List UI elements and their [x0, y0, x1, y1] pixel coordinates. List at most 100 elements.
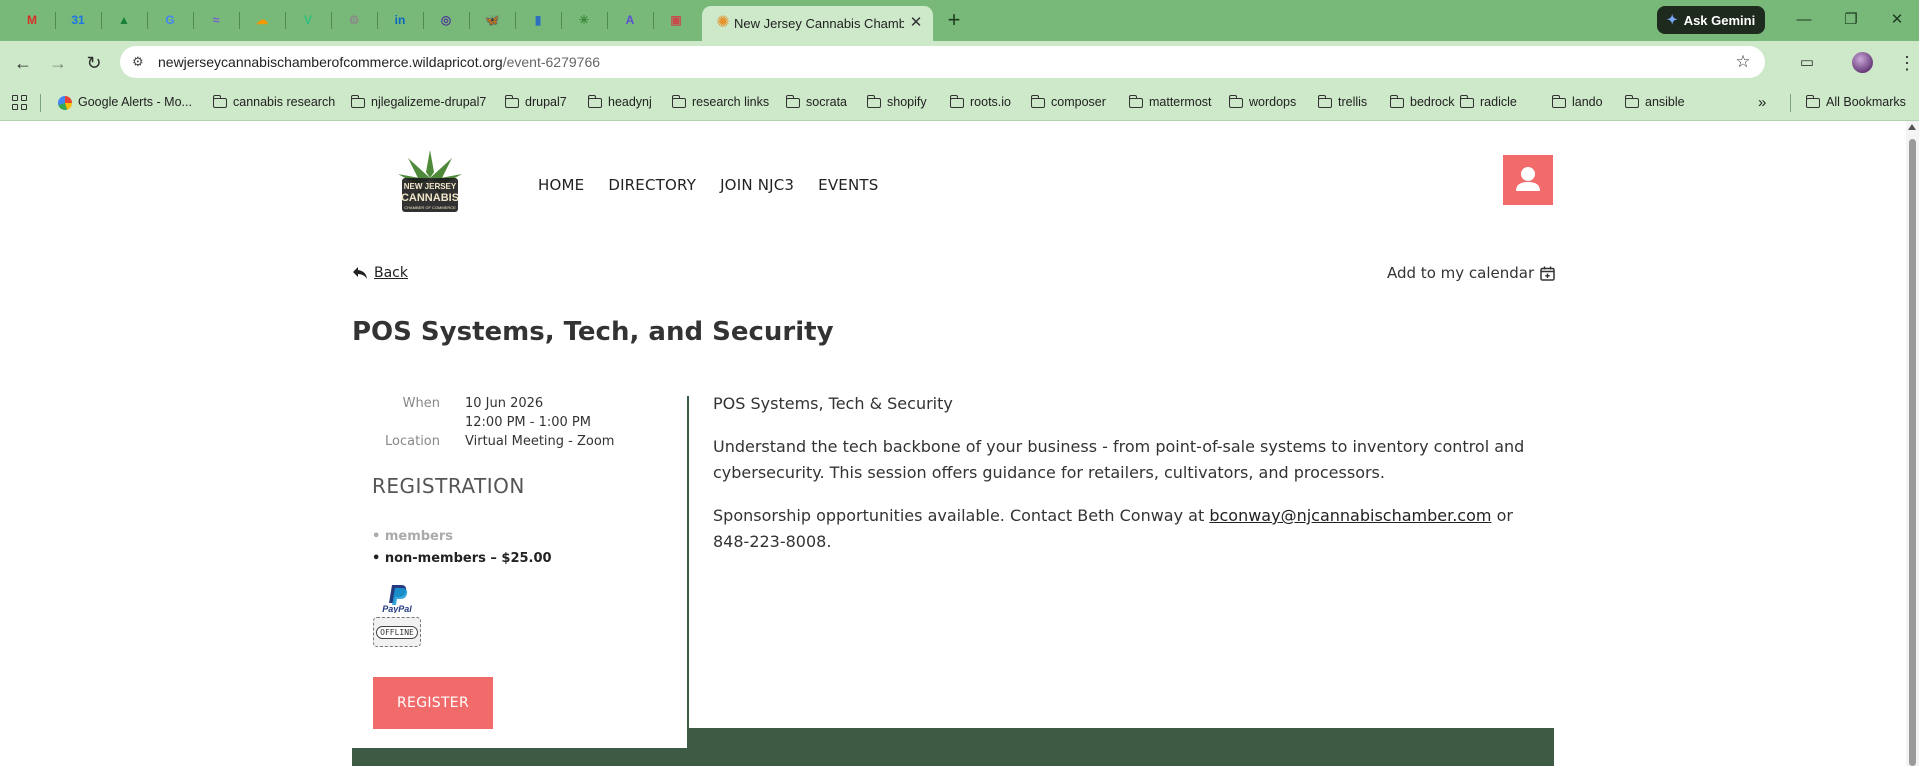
sheets-icon[interactable]: ≈	[206, 10, 226, 30]
tab-search-icon[interactable]: ▭	[1795, 51, 1819, 75]
gmail-icon[interactable]: M	[22, 10, 42, 30]
user-icon	[1516, 167, 1540, 191]
svg-text:PayPal: PayPal	[382, 604, 412, 613]
image-icon[interactable]: ▣	[666, 10, 686, 30]
cloud-icon[interactable]: ☁	[252, 10, 272, 30]
site-main-nav: HOME DIRECTORY JOIN NJC3 EVENTS	[538, 176, 903, 194]
event-description: POS Systems, Tech & Security Understand …	[713, 391, 1553, 572]
bookmark-label: njlegalizeme-drupal7	[371, 95, 487, 109]
bookmarks-divider	[1790, 94, 1791, 112]
restore-icon[interactable]: ❐	[1836, 8, 1866, 32]
folder-icon	[1030, 95, 1045, 108]
new-tab-icon[interactable]: +	[943, 9, 965, 31]
apps-grid-icon[interactable]	[12, 95, 27, 110]
sponsor-email-link[interactable]: bconway@njcannabischamber.com	[1209, 506, 1491, 525]
close-tab-icon[interactable]: ✕	[907, 14, 925, 32]
settings-icon[interactable]: ⚙	[344, 10, 364, 30]
bookmarks-divider	[40, 94, 41, 112]
app-a-icon[interactable]: A	[620, 10, 640, 30]
gemini-sparkle-icon: ✦	[1666, 12, 1678, 27]
linkedin-icon[interactable]: in	[390, 10, 410, 30]
add-to-calendar-label: Add to my calendar	[1387, 264, 1535, 282]
bookmark-item[interactable]: ansible	[1624, 84, 1685, 121]
mastodon-icon[interactable]: ◎	[436, 10, 456, 30]
bookmark-star-icon[interactable]: ☆	[1733, 52, 1753, 72]
folder-icon	[1624, 95, 1639, 108]
back-arrow-icon[interactable]: ←	[11, 51, 35, 75]
tab-separator	[653, 12, 654, 29]
site-info-icon[interactable]: ⚙	[132, 54, 148, 70]
offline-label: OFFLINE	[376, 625, 418, 639]
scroll-up-arrow-icon[interactable]	[1908, 124, 1916, 130]
forward-arrow-icon[interactable]: →	[46, 51, 70, 75]
offline-payment-badge: OFFLINE	[373, 617, 421, 647]
drive-icon[interactable]: ▲	[114, 10, 134, 30]
folder-icon	[785, 95, 800, 108]
nav-home[interactable]: HOME	[538, 176, 584, 194]
ask-gemini-button[interactable]: ✦ Ask Gemini	[1657, 6, 1765, 34]
url-text[interactable]: newjerseycannabischamberofcommerce.wilda…	[158, 46, 600, 78]
sprout-icon[interactable]: ✳	[574, 10, 594, 30]
add-to-calendar-link[interactable]: Add to my calendar	[1387, 264, 1555, 282]
registration-type-non-members[interactable]: • non-members – $25.00	[372, 548, 552, 570]
bookmark-item[interactable]: trellis	[1317, 84, 1367, 121]
minimize-icon[interactable]: —	[1789, 8, 1819, 32]
phone-icon[interactable]: ▮	[528, 10, 548, 30]
tab-active[interactable]: ✺ New Jersey Cannabis Chamber ✕	[702, 6, 933, 41]
folder-icon	[1805, 95, 1820, 108]
bookmark-item[interactable]: radicle	[1459, 84, 1517, 121]
bookmark-label: research links	[692, 95, 770, 109]
address-bar[interactable]: ⚙ newjerseycannabischamberofcommerce.wil…	[120, 46, 1765, 78]
location-row: Location Virtual Meeting - Zoom	[352, 434, 688, 453]
registration-heading: REGISTRATION	[372, 474, 525, 498]
reply-arrow-icon	[353, 267, 367, 279]
back-link[interactable]: Back	[352, 265, 408, 281]
tab-separator	[377, 12, 378, 29]
folder-icon	[1551, 95, 1566, 108]
nav-events[interactable]: EVENTS	[818, 176, 878, 194]
bookmark-item[interactable]: lando	[1551, 84, 1603, 121]
bookmark-item[interactable]: composer	[1030, 84, 1106, 121]
bookmark-item[interactable]: wordops	[1228, 84, 1296, 121]
profile-avatar[interactable]	[1852, 52, 1873, 73]
bookmark-item[interactable]: Google Alerts - Mo...	[58, 84, 192, 121]
bookmark-label: headynj	[608, 95, 652, 109]
reload-icon[interactable]: ↻	[82, 51, 106, 75]
bookmark-item[interactable]: research links	[671, 84, 770, 121]
bookmark-item[interactable]: bedrock	[1389, 84, 1454, 121]
bookmarks-overflow-icon[interactable]: »	[1758, 84, 1766, 121]
bookmark-item[interactable]: headynj	[587, 84, 652, 121]
event-location: Virtual Meeting - Zoom	[465, 434, 615, 449]
folder-icon	[949, 95, 964, 108]
tab-separator	[423, 12, 424, 29]
bookmark-item[interactable]: cannabis research	[212, 84, 335, 121]
window-close-icon[interactable]: ✕	[1882, 8, 1912, 32]
tab-separator	[55, 12, 56, 29]
bookmark-item[interactable]: shopify	[866, 84, 927, 121]
bookmark-item[interactable]: roots.io	[949, 84, 1011, 121]
user-login-button[interactable]	[1503, 155, 1553, 205]
register-button[interactable]: REGISTER	[373, 677, 493, 729]
bookmark-label: drupal7	[525, 95, 567, 109]
tab-separator	[285, 12, 286, 29]
bookmark-item[interactable]: mattermost	[1128, 84, 1212, 121]
svg-text:CHAMBER OF COMMERCE: CHAMBER OF COMMERCE	[404, 205, 456, 210]
browser-menu-icon[interactable]: ⋮	[1895, 51, 1919, 75]
when-row: When 10 Jun 2026	[352, 396, 688, 415]
bookmark-label: Google Alerts - Mo...	[78, 95, 192, 109]
all-bookmarks-button[interactable]: All Bookmarks	[1805, 84, 1906, 121]
bluesky-icon[interactable]: 🦋	[482, 10, 502, 30]
bookmark-item[interactable]: socrata	[785, 84, 847, 121]
njc3-logo[interactable]: NEW JERSEY CANNABIS CHAMBER OF COMMERCE	[392, 148, 468, 224]
nav-join-njc3[interactable]: JOIN NJC3	[720, 176, 794, 194]
vuejs-icon[interactable]: V	[298, 10, 318, 30]
page-scrollbar[interactable]	[1906, 121, 1919, 766]
tab-separator	[239, 12, 240, 29]
bookmark-item[interactable]: drupal7	[504, 84, 567, 121]
nav-directory[interactable]: DIRECTORY	[608, 176, 696, 194]
calendar-icon[interactable]: 31	[68, 10, 88, 30]
google-icon[interactable]: G	[160, 10, 180, 30]
bookmark-item[interactable]: njlegalizeme-drupal7	[350, 84, 487, 121]
all-bookmarks-label: All Bookmarks	[1826, 95, 1906, 109]
scrollbar-thumb[interactable]	[1909, 139, 1916, 766]
